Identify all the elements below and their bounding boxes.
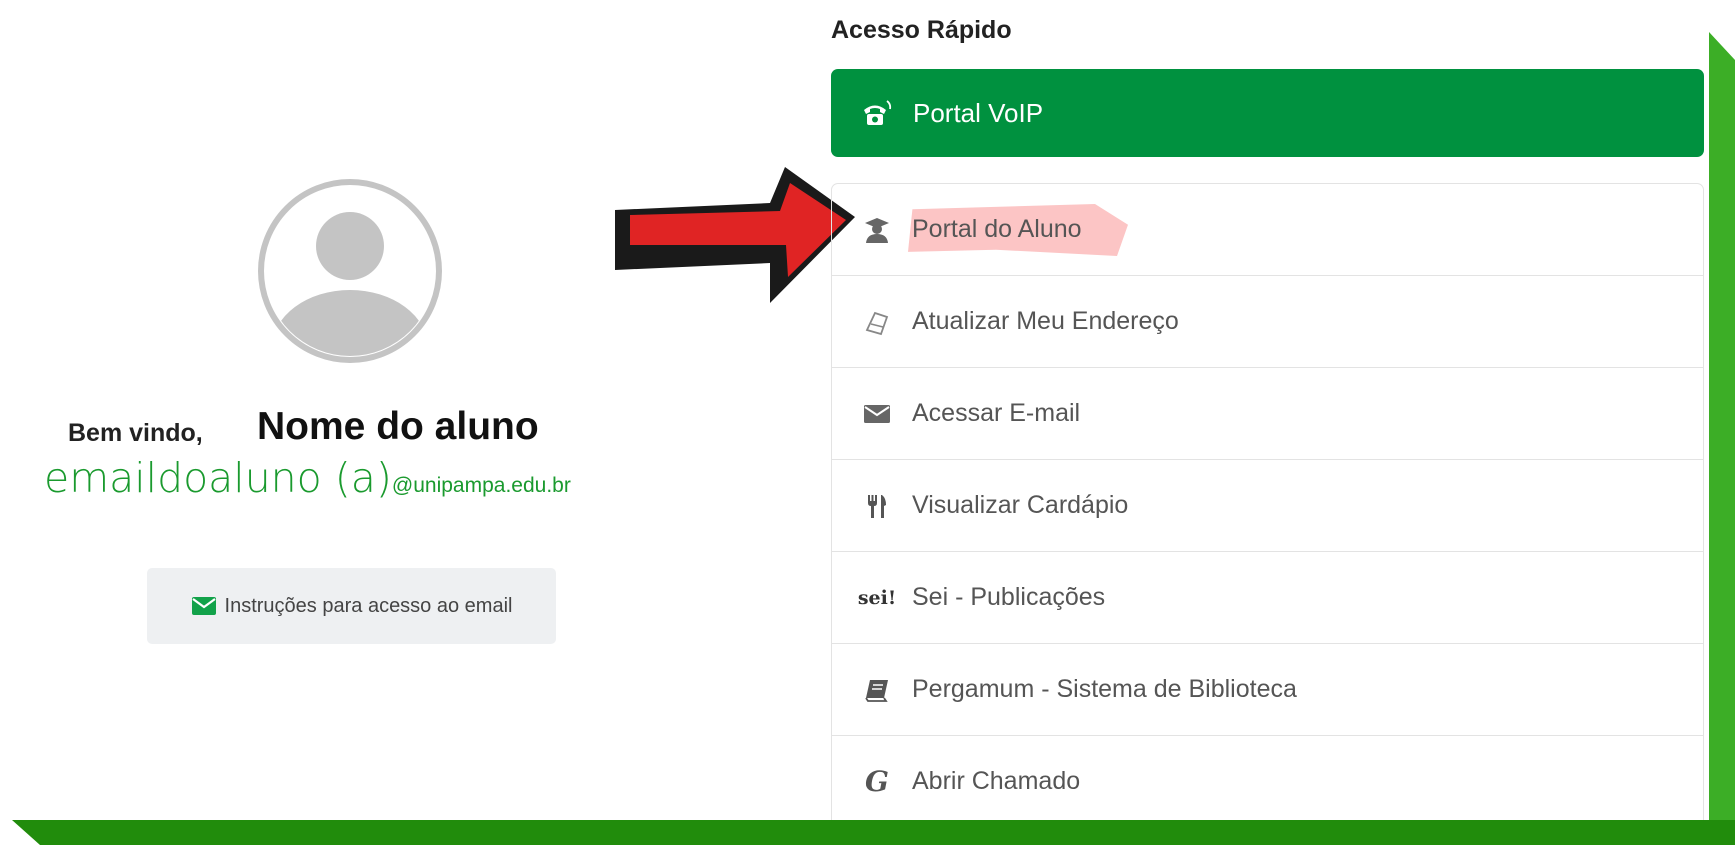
visualizar-cardapio-link[interactable]: Visualizar Cardápio [832,460,1703,552]
portal-do-aluno-link[interactable]: Portal do Aluno [832,184,1703,276]
email-domain: @unipampa.edu.br [391,474,571,497]
email-instructions-label: Instruções para acesso ao email [224,594,513,617]
abrir-chamado-label: Abrir Chamado [912,767,1081,795]
graduate-icon [862,215,892,245]
portal-do-aluno-label: Portal do Aluno [912,215,1082,243]
quick-access-title: Acesso Rápido [831,16,1012,44]
welcome-label: Bem vindo, [68,419,203,447]
quick-access-list: Portal do Aluno Atualizar Meu Endereço A… [831,183,1704,820]
sei-publicacoes-link[interactable]: sei! Sei - Publicações [832,552,1703,644]
email-instructions-button[interactable]: Instruções para acesso ao email [147,568,556,644]
decorative-frame-bottom [12,820,1735,845]
student-name: Nome do aluno [257,405,539,448]
pergamum-label: Pergamum - Sistema de Biblioteca [912,675,1297,703]
abrir-chamado-link[interactable]: G Abrir Chamado [832,736,1703,820]
decorative-frame-right [1709,32,1735,845]
sei-icon: sei! [857,586,897,609]
sei-publicacoes-label: Sei - Publicações [912,583,1106,611]
book-icon [862,675,892,705]
student-email: emaildoaluno (a)@unipampa.edu.br [44,454,571,502]
envelope-icon [862,399,892,429]
atualizar-endereco-link[interactable]: Atualizar Meu Endereço [832,276,1703,368]
map-icon [862,307,892,337]
atualizar-endereco-label: Atualizar Meu Endereço [912,307,1179,335]
portal-voip-label: Portal VoIP [913,97,1044,128]
acessar-email-label: Acessar E-mail [912,399,1081,427]
visualizar-cardapio-label: Visualizar Cardápio [912,491,1129,519]
red-arrow-pointer [615,167,855,303]
envelope-icon [191,597,216,615]
email-user: emaildoaluno (a) [44,454,392,502]
cutlery-icon [862,491,892,521]
portal-voip-button[interactable]: Portal VoIP [831,69,1704,157]
pergamum-link[interactable]: Pergamum - Sistema de Biblioteca [832,644,1703,736]
glpi-icon: G [865,765,889,798]
acessar-email-link[interactable]: Acessar E-mail [832,368,1703,460]
phone-icon [864,100,892,125]
user-avatar-icon [258,179,442,363]
